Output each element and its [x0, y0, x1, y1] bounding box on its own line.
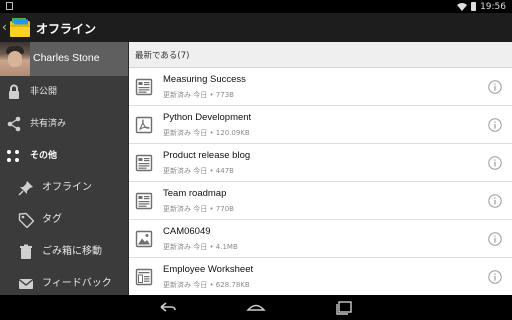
drawer-item-private[interactable]: 非公開 [0, 76, 128, 108]
info-icon[interactable] [488, 156, 502, 170]
drawer-item-label: 共有済み [30, 119, 67, 129]
info-icon[interactable] [488, 232, 502, 246]
page-title: オフライン [36, 22, 97, 36]
file-row[interactable]: Team roadmap 更新済み 今日 • 770B [129, 182, 512, 220]
screen: 19:56 ‹ オフライン Charles Stone 非公開 共有済み その他… [0, 0, 512, 320]
drawer-item-label: 非公開 [30, 87, 58, 97]
file-name: Measuring Success [163, 74, 246, 85]
file-meta: 更新済み 今日 • 4.1MB [163, 243, 238, 251]
profile-name: Charles Stone [33, 52, 100, 64]
mail-icon [18, 278, 34, 289]
up-navigation-button[interactable]: ‹ [0, 13, 34, 42]
lock-icon [9, 84, 19, 99]
drawer-item-feedback[interactable]: フィードバック [0, 268, 128, 295]
avatar [0, 42, 30, 76]
status-indicators: 19:56 [457, 0, 506, 13]
drawer-item-shared[interactable]: 共有済み [0, 108, 128, 140]
file-name: Product release blog [163, 150, 251, 161]
tag-icon [18, 212, 34, 228]
file-name: Team roadmap [163, 188, 227, 199]
file-row[interactable]: CAM06049 更新済み 今日 • 4.1MB [129, 220, 512, 258]
system-navigation-bar [0, 295, 512, 320]
file-meta: 更新済み 今日 • 770B [163, 205, 234, 213]
file-row[interactable]: Measuring Success 更新済み 今日 • 773B [129, 68, 512, 106]
drawer-item-label: ごみ箱に移動 [42, 246, 102, 257]
info-icon[interactable] [488, 194, 502, 208]
document-icon [135, 192, 153, 210]
info-icon[interactable] [488, 80, 502, 94]
account-profile[interactable]: Charles Stone [0, 42, 128, 76]
battery-icon [471, 2, 477, 11]
drawer-item-trash[interactable]: ごみ箱に移動 [0, 236, 128, 268]
image-icon [135, 230, 153, 248]
pin-icon [18, 181, 33, 196]
section-header-label: 最新である(7) [135, 51, 190, 61]
home-icon[interactable] [246, 299, 266, 315]
document-icon [135, 154, 153, 172]
file-name: CAM06049 [163, 226, 211, 237]
pdf-icon [135, 116, 153, 134]
file-meta: 更新済み 今日 • 447B [163, 167, 234, 175]
spreadsheet-icon [135, 268, 153, 286]
info-icon[interactable] [488, 118, 502, 132]
file-meta: 更新済み 今日 • 773B [163, 91, 234, 99]
drawer-item-label: タグ [42, 214, 62, 225]
more-icon [7, 150, 19, 162]
file-meta: 更新済み 今日 • 628.78KB [163, 281, 250, 289]
share-icon [7, 116, 21, 132]
file-list-panel: 最新である(7) Measuring Success 更新済み 今日 • 773… [128, 42, 512, 295]
status-time: 19:56 [480, 1, 506, 12]
file-row[interactable]: Product release blog 更新済み 今日 • 447B [129, 144, 512, 182]
file-name: Python Development [163, 112, 252, 123]
wifi-icon [457, 2, 468, 11]
drawer-item-tags[interactable]: タグ [0, 204, 128, 236]
trash-icon [20, 244, 32, 259]
file-row[interactable]: Employee Worksheet 更新済み 今日 • 628.78KB [129, 258, 512, 295]
section-header: 最新である(7) [129, 42, 512, 68]
file-row[interactable]: Python Development 更新済み 今日 • 120.09KB [129, 106, 512, 144]
drawer-item-label: オフライン [42, 182, 92, 193]
drawer-item-other[interactable]: その他 [0, 140, 128, 172]
navigation-drawer: Charles Stone 非公開 共有済み その他 オフライン タグ ごみ箱に… [0, 42, 128, 295]
file-meta: 更新済み 今日 • 120.09KB [163, 129, 250, 137]
drawer-item-label: その他 [30, 151, 58, 161]
drawer-item-offline[interactable]: オフライン [0, 172, 128, 204]
recent-apps-icon[interactable] [334, 299, 354, 315]
drawer-item-label: フィードバック [42, 278, 112, 289]
app-folder-icon [10, 18, 30, 37]
info-icon[interactable] [488, 270, 502, 284]
back-icon[interactable] [158, 299, 178, 315]
action-bar: ‹ オフライン [0, 13, 512, 42]
file-name: Employee Worksheet [163, 264, 254, 275]
chevron-left-icon: ‹ [2, 20, 7, 34]
status-bar: 19:56 [0, 0, 512, 13]
notification-icon [6, 2, 13, 10]
document-icon [135, 78, 153, 96]
